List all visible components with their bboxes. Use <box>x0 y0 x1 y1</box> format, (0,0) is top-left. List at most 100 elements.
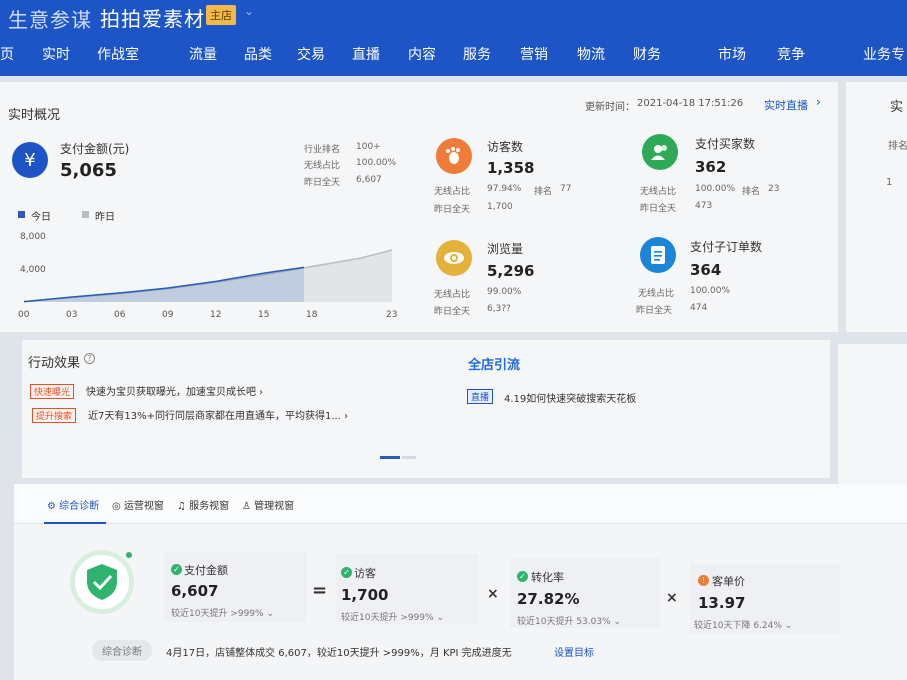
pageviews-yesterday-value: 6,3?? <box>487 304 511 314</box>
buyers-wireless-label: 无线占比 <box>640 187 677 197</box>
multiply-sign: × <box>487 586 499 602</box>
fast-exposure-tag[interactable]: 快速曝光 <box>30 384 75 399</box>
kpi-unit-price-label: 客单价 <box>712 575 745 588</box>
realtime-overview-card: 实时概况 更新时间： 2021-04-18 17:51:26 实时直播 › ¥ … <box>0 82 838 332</box>
nav-item-category[interactable]: 品类 <box>244 44 272 64</box>
fast-exposure-text[interactable]: 快速为宝贝获取曝光，加速宝贝成长吧 › <box>86 383 263 398</box>
pay-amount-value: 5,065 <box>60 160 117 181</box>
carousel-indicator-active[interactable] <box>380 456 400 459</box>
pay-amount-label: 支付金额(元) <box>60 142 130 156</box>
side-card: 实 排名 1 <box>846 82 907 332</box>
help-icon[interactable]: ? <box>84 353 95 364</box>
visitors-rank-value: 77 <box>560 184 572 194</box>
wireless-ratio-value: 100.00% <box>356 158 397 168</box>
shop-name[interactable]: 拍拍爱素材 <box>100 3 205 32</box>
buyers-value: 362 <box>695 158 727 176</box>
tab-active-underline <box>44 522 106 524</box>
visitors-wireless-label: 无线占比 <box>434 187 471 197</box>
kpi-unit-price-sub[interactable]: 较近10天下降 6.24% ⌄ <box>694 618 792 631</box>
nav-item-content[interactable]: 内容 <box>408 44 436 64</box>
legend-today-swatch <box>18 211 25 218</box>
nav-item-finance[interactable]: 财务 <box>633 44 661 64</box>
tab-management-label: 管理视窗 <box>254 501 295 512</box>
kpi-pay-sub[interactable]: 较近10天提升 >999% ⌄ <box>171 606 274 619</box>
side-rank-value: 1 <box>886 177 893 188</box>
main-nav: 页 实时 作战室 流量 品类 交易 直播 内容 服务 营销 物流 财务 市场 竞… <box>0 44 907 94</box>
suborders-yesterday-value: 474 <box>690 303 708 313</box>
tab-service[interactable]: ♫ 服务视窗 <box>177 497 229 512</box>
nav-item-service[interactable]: 服务 <box>463 44 491 64</box>
nav-item-home[interactable]: 页 <box>0 44 14 64</box>
nav-item-market[interactable]: 市场 <box>718 44 746 64</box>
suborders-yesterday-label: 昨日全天 <box>636 306 673 316</box>
check-icon: ✓ <box>341 567 352 578</box>
realtime-trend-chart: 8,000 4,000 00 03 06 09 12 15 18 23 <box>18 232 397 320</box>
tab-management[interactable]: ♙ 管理视窗 <box>242 497 294 512</box>
set-target-link[interactable]: 设置目标 <box>554 644 594 659</box>
suborders-label: 支付子订单数 <box>690 240 763 254</box>
nav-item-live[interactable]: 直播 <box>352 44 380 64</box>
nav-item-trade[interactable]: 交易 <box>297 44 325 64</box>
carousel-indicator[interactable] <box>402 456 416 459</box>
nav-item-logistics[interactable]: 物流 <box>577 44 605 64</box>
nav-item-marketing[interactable]: 营销 <box>520 44 548 64</box>
kpi-pay-label: 支付金额 <box>184 564 228 577</box>
footprint-icon <box>436 138 472 174</box>
nav-item-traffic[interactable]: 流量 <box>189 44 217 64</box>
legend-today-label: 今日 <box>31 212 51 223</box>
check-icon: ✓ <box>517 571 528 582</box>
top-bar: 生意参谋 拍拍爱素材 主店 ⌄ 页 实时 作战室 流量 品类 交易 直播 内容 … <box>0 0 907 94</box>
kpi-unit-price-value: 13.97 <box>698 594 746 612</box>
update-label: 更新时间： <box>585 102 635 113</box>
tab-overall-diagnosis-label: 综合诊断 <box>59 501 100 512</box>
brand-title[interactable]: 生意参谋 <box>8 4 92 33</box>
live-tag[interactable]: 直播 <box>467 389 494 404</box>
diagnosis-section: ⚙ 综合诊断 ◎ 运营视窗 ♫ 服务视窗 ♙ 管理视窗 ✓ 支付金额 6,607… <box>14 484 907 680</box>
check-icon: ✓ <box>171 564 182 575</box>
nav-item-competition[interactable]: 竞争 <box>777 44 805 64</box>
tab-operations[interactable]: ◎ 运营视窗 <box>112 497 164 512</box>
chevron-down-icon[interactable]: ⌄ <box>244 4 254 18</box>
industry-rank-label: 行业排名 <box>304 145 341 155</box>
boost-search-tag[interactable]: 提升搜索 <box>32 408 77 423</box>
live-link[interactable]: 实时直播 <box>764 97 808 113</box>
x-tick-label: 09 <box>162 310 174 320</box>
suborders-value: 364 <box>690 261 722 279</box>
nav-item-war-room[interactable]: 作战室 <box>97 44 139 64</box>
buyers-rank-label: 排名 <box>742 187 761 197</box>
buyers-rank-value: 23 <box>768 184 780 194</box>
summary-text: 4月17日，店铺整体成交 6,607，较近10天提升 >999%，月 KPI 完… <box>166 648 512 659</box>
kpi-visitors-sub[interactable]: 较近10天提升 >999% ⌄ <box>341 610 444 623</box>
buyers-wireless-value: 100.00% <box>695 184 736 194</box>
overview-title: 实时概况 <box>8 108 61 123</box>
series-area-today <box>24 267 304 302</box>
kpi-conversion-label: 转化率 <box>531 571 564 584</box>
action-title: 行动效果 <box>28 356 81 371</box>
status-dot <box>126 552 132 558</box>
visitors-yesterday-value: 1,700 <box>487 202 513 212</box>
x-tick-label: 12 <box>210 310 221 320</box>
legend-yesterday-label: 昨日 <box>95 212 115 223</box>
kpi-conversion-sub[interactable]: 较近10天提升 53.03% ⌄ <box>517 614 621 627</box>
tab-service-label: 服务视窗 <box>189 501 230 512</box>
boost-search-text[interactable]: 近7天有13%+同行同层商家都在用直通车，平均获得1... › <box>88 407 348 422</box>
suborders-wireless-label: 无线占比 <box>638 289 675 299</box>
chevron-right-icon[interactable]: › <box>816 95 821 109</box>
legend-yesterday-swatch <box>82 211 89 218</box>
shield-check-icon <box>81 561 123 603</box>
tab-overall-diagnosis[interactable]: ⚙ 综合诊断 <box>47 497 99 512</box>
kpi-conversion-value: 27.82% <box>517 590 580 608</box>
pageviews-yesterday-label: 昨日全天 <box>434 307 471 317</box>
side-rank-label: 排名 <box>888 141 907 152</box>
side-card-title: 实 <box>890 100 904 115</box>
live-text[interactable]: 4.19如何快速突破搜索天花板 <box>504 390 636 405</box>
promo-title[interactable]: 全店引流 <box>468 354 520 373</box>
nav-item-realtime[interactable]: 实时 <box>42 44 70 64</box>
visitors-rank-label: 排名 <box>534 187 553 197</box>
x-tick-label: 03 <box>66 310 77 320</box>
nav-item-business[interactable]: 业务专 <box>863 44 905 64</box>
side-card-2 <box>838 344 907 484</box>
equals-sign: = <box>312 580 328 601</box>
kpi-visitors-value: 1,700 <box>341 586 389 604</box>
shop-badge: 主店 <box>206 5 236 25</box>
